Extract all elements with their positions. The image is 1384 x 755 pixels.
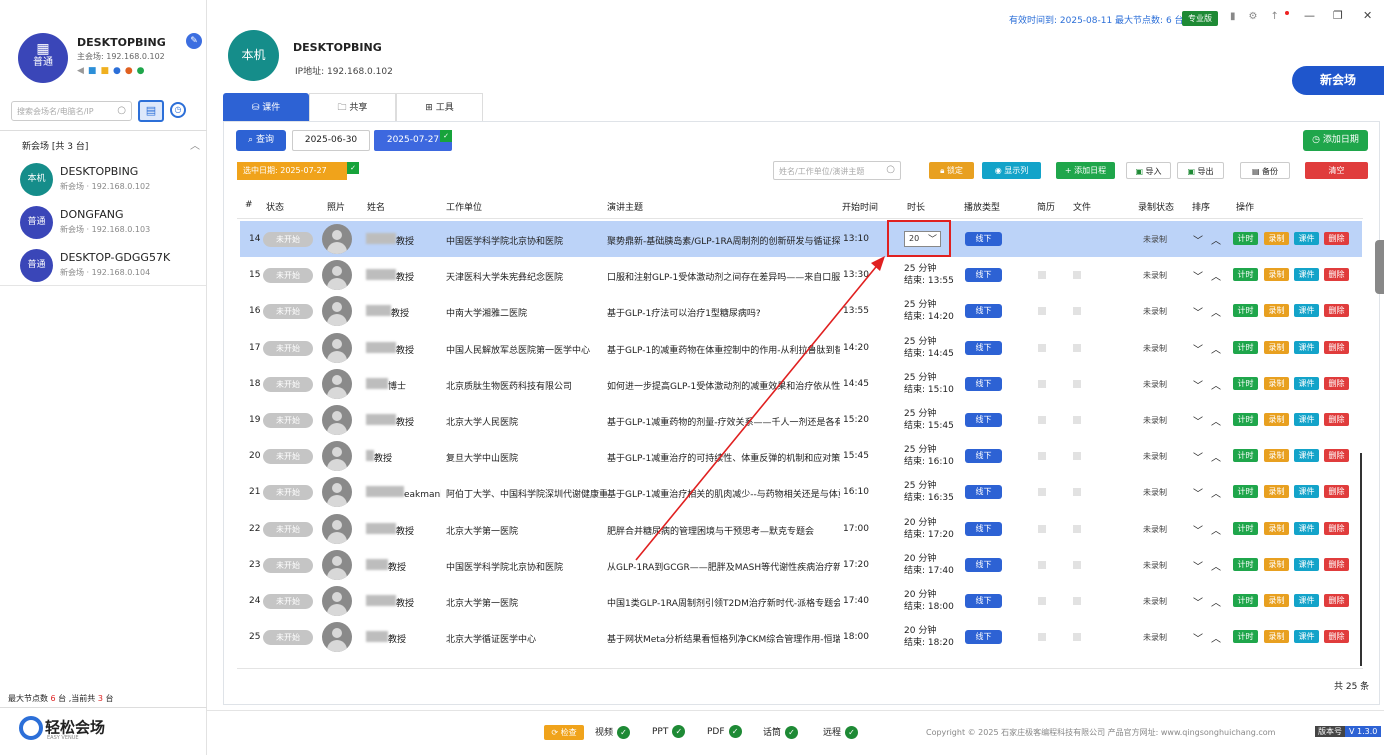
- divider: [207, 710, 1384, 711]
- check-ok-icon: ✓: [845, 726, 859, 739]
- check-ok-icon: ✓: [728, 725, 742, 738]
- check-ok-icon: ✓: [785, 726, 799, 739]
- check-item-mic: 话筒 ✓: [763, 725, 799, 739]
- check-ok-icon: ✓: [617, 726, 631, 739]
- check-item-pdf: PDF ✓: [707, 725, 742, 738]
- side-drawer-handle[interactable]: [1375, 240, 1384, 294]
- version-badge: 版本号 V 1.3.0: [1315, 726, 1382, 737]
- check-item-remote: 远程 ✓: [823, 725, 859, 739]
- refresh-icon: ⟳: [551, 728, 561, 737]
- annotation-arrow: [635, 256, 885, 561]
- check-item-ppt: PPT ✓: [652, 725, 686, 738]
- table-scrollbar[interactable]: [1360, 453, 1362, 666]
- copyright: Copyright © 2025 石家庄极客编程科技有限公司 产品官方网址: w…: [926, 728, 1276, 737]
- check-item-video: 视频 ✓: [595, 725, 631, 739]
- divider: [237, 668, 1363, 669]
- check-ok-icon: ✓: [672, 725, 686, 738]
- check-button[interactable]: ⟳ 检查: [544, 725, 584, 740]
- total-count: 共 25 条: [1334, 682, 1370, 692]
